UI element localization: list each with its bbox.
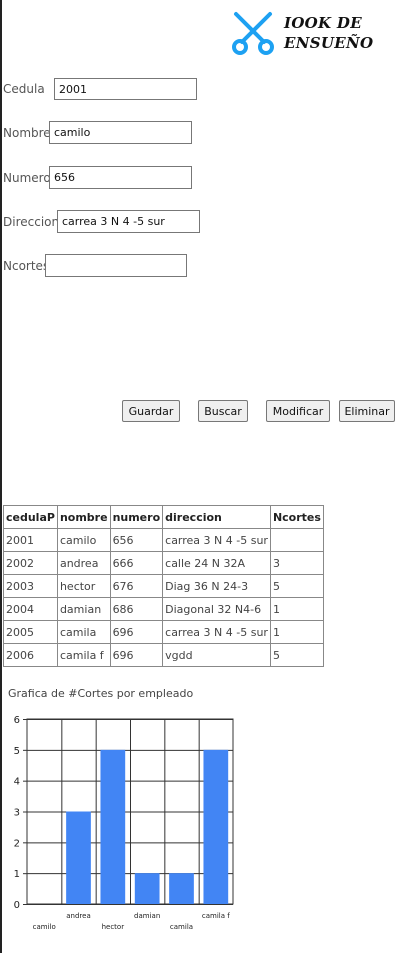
table-cell: camila f [56, 643, 111, 667]
bar [134, 873, 160, 904]
table-cell: damian [56, 597, 111, 621]
numero-input[interactable] [49, 166, 192, 189]
buscar-button[interactable]: Buscar [198, 400, 248, 422]
nombre-label: Nombre [3, 126, 51, 140]
y-tick-label: 4 [14, 777, 20, 788]
table-row: 2001 camilo 656 carrea 3 N 4 -5 sur [3, 528, 324, 552]
table-cell: 696 [109, 643, 164, 667]
bar-chart: 0 1 2 3 4 5 6 camilo andrea hector damian camila cam… [14, 715, 234, 931]
table-cell [269, 528, 324, 552]
table-cell: 2005 [3, 620, 58, 644]
modificar-button[interactable]: Modificar [266, 400, 330, 422]
table-cell: 2003 [3, 574, 58, 598]
table-header: cedulaP [3, 505, 58, 529]
y-tick-label: 5 [14, 746, 20, 757]
table-cell: Diagonal 32 N4-6 [162, 597, 271, 621]
table-cell: 1 [269, 620, 324, 644]
employees-table: cedulaP nombre numero direccion Ncortes … [3, 505, 324, 667]
table-cell: carrea 3 N 4 -5 sur [162, 528, 271, 552]
table-cell: 2001 [3, 528, 58, 552]
table-cell: 676 [109, 574, 164, 598]
table-cell: hector [56, 574, 111, 598]
y-tick-label: 3 [14, 808, 20, 819]
bar [169, 873, 194, 904]
table-cell: 686 [109, 597, 164, 621]
guardar-button[interactable]: Guardar [122, 400, 180, 422]
numero-label: Numero [3, 171, 51, 185]
nombre-input[interactable] [49, 121, 192, 144]
x-tick-label: hector [102, 923, 125, 931]
table-cell: 2006 [3, 643, 58, 667]
y-tick-label: 6 [14, 715, 20, 726]
table-header-row: cedulaP nombre numero direccion Ncortes [3, 505, 324, 529]
y-tick-label: 0 [14, 900, 20, 911]
table-row: 2003 hector 676 Diag 36 N 24-3 5 [3, 574, 324, 598]
table-cell: vgdd [162, 643, 271, 667]
table-row: 2006 camila f 696 vgdd 5 [3, 643, 324, 667]
x-tick-label: camila [170, 923, 193, 931]
x-tick-label: camila f [202, 912, 230, 920]
table-cell: calle 24 N 32A [162, 551, 271, 575]
y-tick-label: 2 [14, 838, 20, 849]
table-row: 2004 damian 686 Diagonal 32 N4-6 1 [3, 597, 324, 621]
table-cell: 1 [269, 597, 324, 621]
table-cell: 5 [269, 643, 324, 667]
direccion-label: Direccion [3, 215, 60, 229]
brand-name: IOOK DE ENSUEÑO [284, 13, 373, 53]
table-cell: 696 [109, 620, 164, 644]
table-cell: 666 [109, 551, 164, 575]
bar [203, 749, 229, 904]
table-header: direccion [162, 505, 271, 529]
cedula-input[interactable] [54, 78, 197, 100]
table-cell: camila [56, 620, 111, 644]
chart-title: Grafica de #Cortes por empleado [8, 687, 194, 700]
table-cell: 5 [269, 574, 324, 598]
table-header: nombre [56, 505, 111, 529]
ncortes-label: Ncortes [3, 259, 50, 273]
cedula-label: Cedula [3, 82, 45, 96]
brand-line-1: IOOK DE [284, 14, 362, 32]
eliminar-button[interactable]: Eliminar [339, 400, 395, 422]
table-cell: carrea 3 N 4 -5 sur [162, 620, 271, 644]
bar [100, 749, 126, 904]
table-cell: 3 [269, 551, 324, 575]
ncortes-input[interactable] [45, 254, 187, 277]
table-header: Ncortes [269, 505, 324, 529]
brand-logo: IOOK DE ENSUEÑO [230, 10, 373, 56]
x-tick-label: andrea [66, 912, 91, 920]
x-tick-label: camilo [33, 923, 56, 931]
x-tick-label: damian [134, 912, 160, 920]
table-header: numero [109, 505, 164, 529]
bar [66, 811, 91, 904]
table-cell: Diag 36 N 24-3 [162, 574, 271, 598]
y-tick-label: 1 [14, 869, 20, 880]
table-row: 2005 camila 696 carrea 3 N 4 -5 sur 1 [3, 620, 324, 644]
table-cell: 656 [109, 528, 164, 552]
table-row: 2002 andrea 666 calle 24 N 32A 3 [3, 551, 324, 575]
brand-line-2: ENSUEÑO [284, 34, 374, 52]
table-cell: 2002 [3, 551, 58, 575]
table-cell: 2004 [3, 597, 58, 621]
direccion-input[interactable] [57, 210, 200, 233]
table-cell: andrea [56, 551, 111, 575]
scissors-icon [232, 12, 274, 55]
table-cell: camilo [56, 528, 111, 552]
